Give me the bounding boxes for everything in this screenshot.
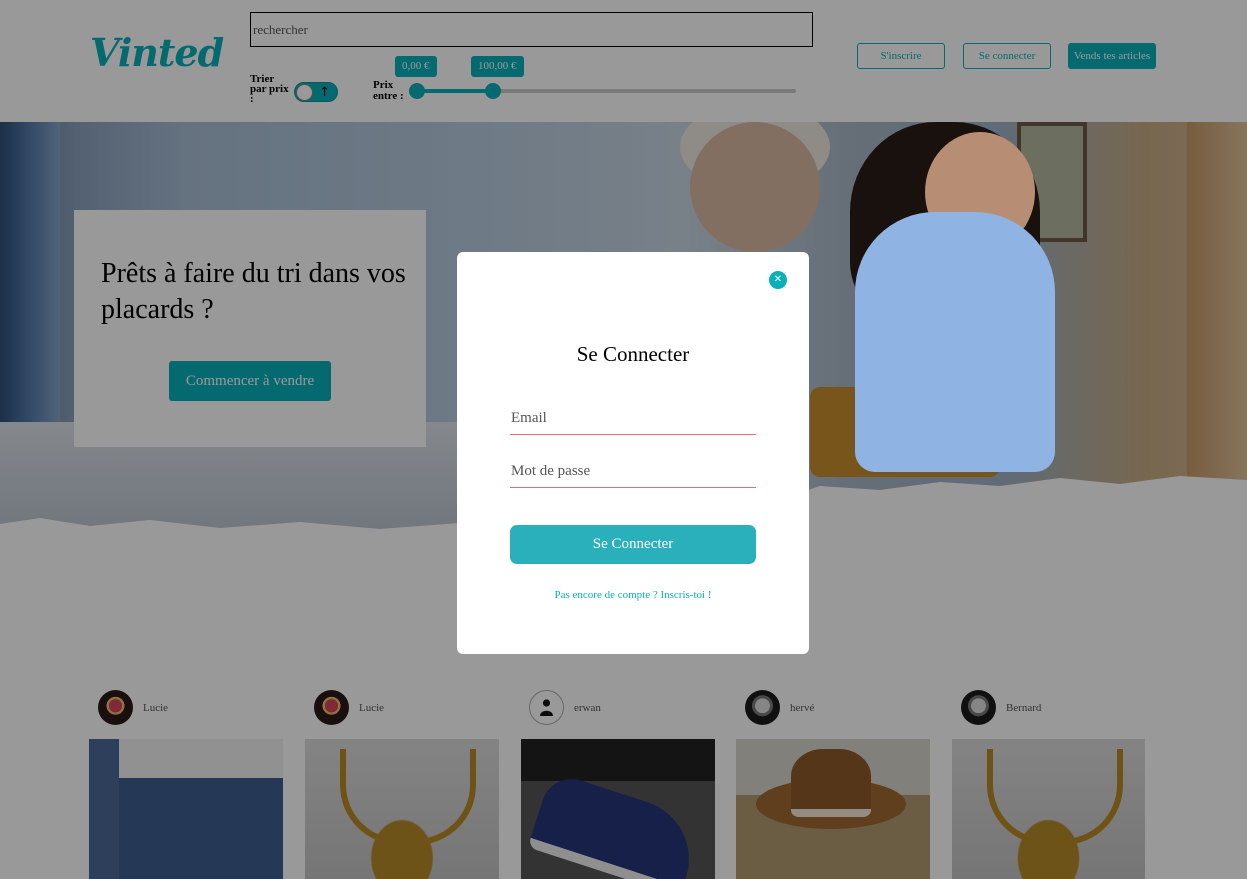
email-field[interactable] bbox=[510, 403, 756, 435]
signup-link[interactable]: Pas encore de compte ? Inscris-toi ! bbox=[457, 589, 809, 601]
password-field[interactable] bbox=[510, 456, 756, 488]
login-modal: ✕ Se Connecter Se Connecter Pas encore d… bbox=[457, 252, 809, 654]
close-icon[interactable]: ✕ bbox=[769, 271, 787, 289]
modal-title: Se Connecter bbox=[576, 342, 690, 366]
login-submit-button[interactable]: Se Connecter bbox=[510, 525, 756, 564]
